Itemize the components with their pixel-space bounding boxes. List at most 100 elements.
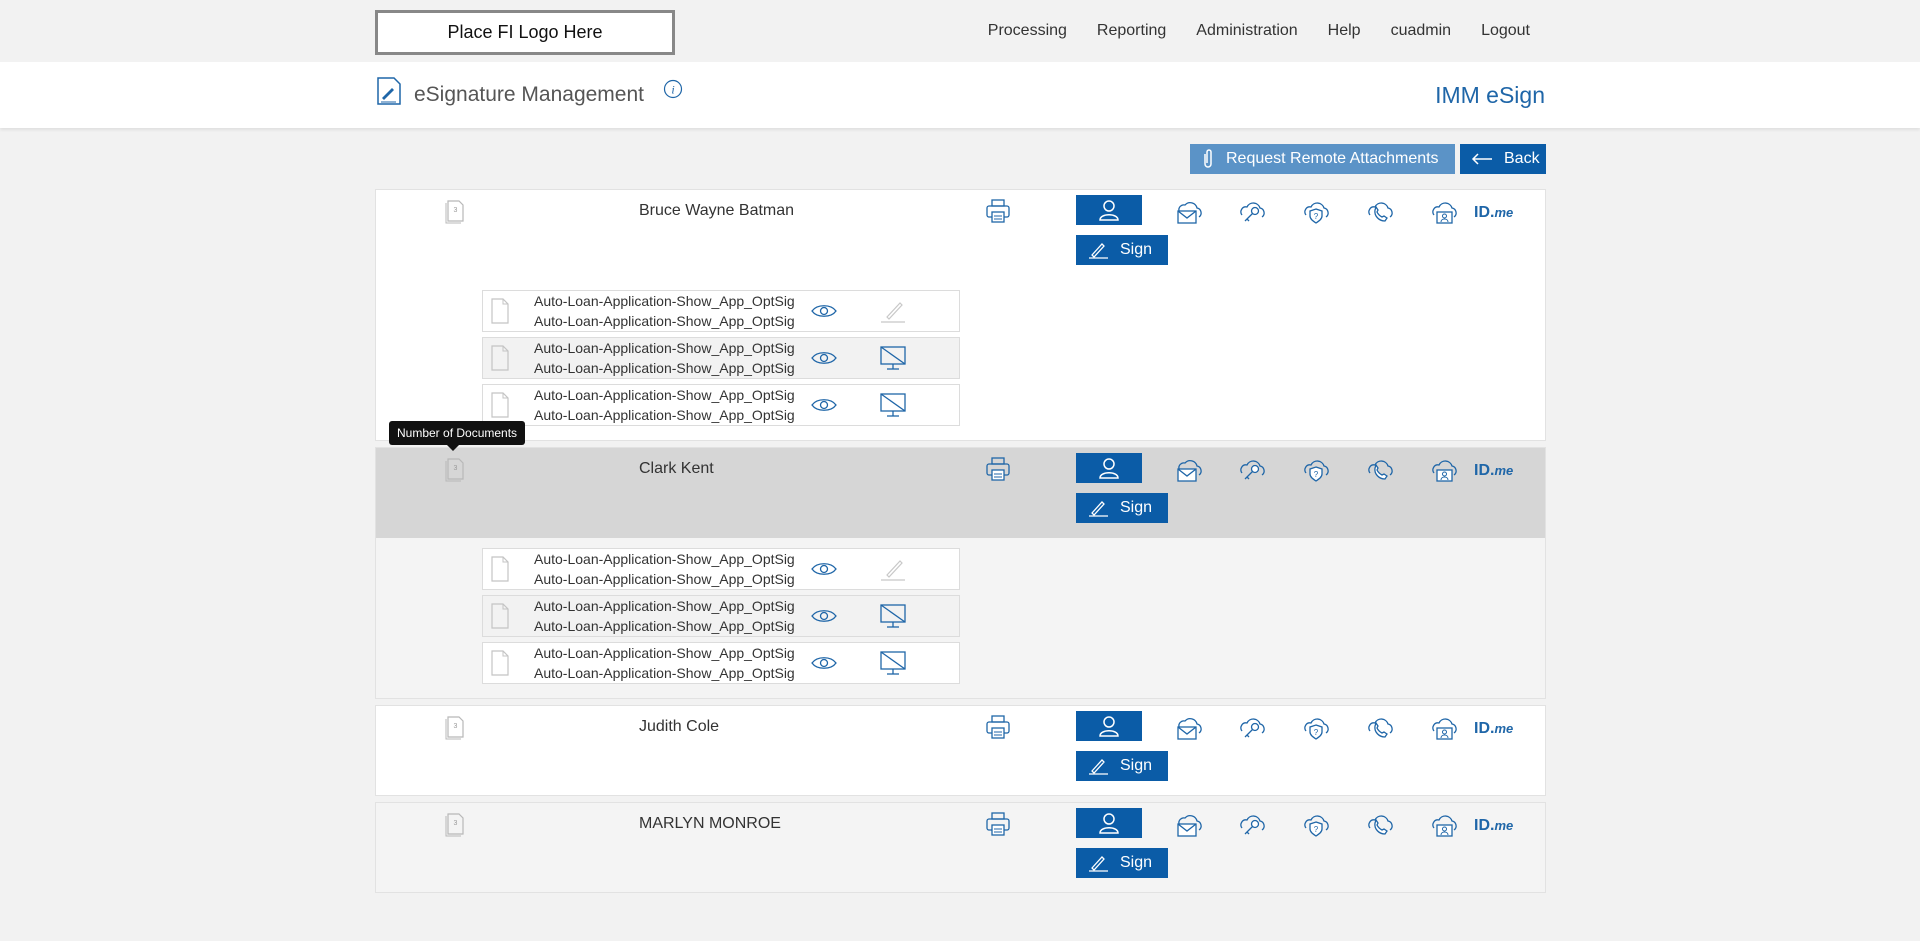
sign-button[interactable]: Sign [1076,235,1168,265]
idme-icon[interactable]: ID.me [1474,720,1513,738]
sign-button[interactable]: Sign [1076,848,1168,878]
cloud-key-icon[interactable] [1237,457,1267,483]
view-eye-icon[interactable] [810,654,838,672]
in-person-auth-button[interactable] [1076,711,1142,741]
idme-suffix: me [1494,463,1514,478]
document-name: Auto-Loan-Application-Show_App_OptSig [534,387,795,403]
signer-row: MARLYN MONROE ID.me Sign [375,802,1546,893]
signer-row: Bruce Wayne Batman ID.me Sign Auto-Loan-… [375,189,1546,441]
pen-icon [1088,757,1110,775]
idme-suffix: me [1494,205,1514,220]
nav-processing[interactable]: Processing [988,22,1067,40]
document-name-secondary: Auto-Loan-Application-Show_App_OptSig [534,571,795,587]
document-name-secondary: Auto-Loan-Application-Show_App_OptSig [534,618,795,634]
printer-icon[interactable] [984,811,1012,837]
document-icon [490,649,510,677]
cloud-phone-icon[interactable] [1365,199,1395,225]
request-remote-attachments-button[interactable]: Request Remote Attachments [1190,144,1455,174]
document-name: Auto-Loan-Application-Show_App_OptSig [534,340,795,356]
signer-name: Clark Kent [639,460,714,477]
sign-pen-icon[interactable] [878,555,908,583]
cloud-id-card-icon[interactable] [1429,812,1459,838]
signer-header: Clark Kent ID.me Sign [376,448,1545,538]
document-item: Auto-Loan-Application-Show_App_OptSig Au… [482,595,960,637]
back-button[interactable]: Back [1460,144,1546,174]
document-name-secondary: Auto-Loan-Application-Show_App_OptSig [534,360,795,376]
document-icon [490,391,510,419]
view-eye-icon[interactable] [810,607,838,625]
idme-icon[interactable]: ID.me [1474,817,1513,835]
idme-icon[interactable]: ID.me [1474,204,1513,222]
document-list: Auto-Loan-Application-Show_App_OptSig Au… [482,290,960,431]
document-item: Auto-Loan-Application-Show_App_OptSig Au… [482,384,960,426]
document-name: Auto-Loan-Application-Show_App_OptSig [534,598,795,614]
sign-button[interactable]: Sign [1076,751,1168,781]
nav-logout[interactable]: Logout [1481,22,1530,40]
cloud-key-icon[interactable] [1237,812,1267,838]
document-name: Auto-Loan-Application-Show_App_OptSig [534,645,795,661]
printer-icon[interactable] [984,714,1012,740]
pen-icon [1088,241,1110,259]
cloud-question-icon[interactable] [1301,199,1331,225]
info-icon[interactable]: i [663,79,683,99]
document-item: Auto-Loan-Application-Show_App_OptSig Au… [482,548,960,590]
view-eye-icon[interactable] [810,396,838,414]
cloud-phone-icon[interactable] [1365,715,1395,741]
cloud-phone-icon[interactable] [1365,812,1395,838]
nav-help[interactable]: Help [1328,22,1361,40]
cloud-key-icon[interactable] [1237,199,1267,225]
main-nav: Processing Reporting Administration Help… [958,22,1530,40]
pen-icon [1088,499,1110,517]
nav-administration[interactable]: Administration [1196,22,1297,40]
signer-name: Judith Cole [639,718,720,735]
cloud-id-card-icon[interactable] [1429,199,1459,225]
document-item: Auto-Loan-Application-Show_App_OptSig Au… [482,290,960,332]
document-icon [490,555,510,583]
idme-icon[interactable]: ID.me [1474,462,1513,480]
sign-button[interactable]: Sign [1076,493,1168,523]
auth-method-icons [1156,456,1476,484]
cloud-id-card-icon[interactable] [1429,715,1459,741]
signer-header: Judith Cole ID.me Sign [376,706,1545,796]
cloud-phone-icon[interactable] [1365,457,1395,483]
document-count-icon[interactable] [444,198,466,224]
view-eye-icon[interactable] [810,349,838,367]
cloud-question-icon[interactable] [1301,715,1331,741]
no-display-monitor-icon[interactable] [878,602,908,630]
in-person-auth-button[interactable] [1076,195,1142,225]
title-band: eSignature Management i IMM eSign [0,62,1920,128]
document-icon [490,602,510,630]
in-person-auth-button[interactable] [1076,808,1142,838]
nav-user[interactable]: cuadmin [1391,22,1451,40]
cloud-question-icon[interactable] [1301,457,1331,483]
cloud-mail-icon[interactable] [1173,715,1203,741]
idme-main: ID. [1474,817,1495,834]
signer-header: Bruce Wayne Batman ID.me Sign [376,190,1545,280]
nav-reporting[interactable]: Reporting [1097,22,1166,40]
view-eye-icon[interactable] [810,560,838,578]
signer-name: MARLYN MONROE [639,815,781,832]
person-icon [1097,198,1121,222]
document-count-icon[interactable] [444,456,466,482]
no-display-monitor-icon[interactable] [878,649,908,677]
cloud-question-icon[interactable] [1301,812,1331,838]
idme-suffix: me [1494,818,1514,833]
document-count-icon[interactable] [444,714,466,740]
document-count-icon[interactable] [444,811,466,837]
printer-icon[interactable] [984,198,1012,224]
cloud-key-icon[interactable] [1237,715,1267,741]
view-eye-icon[interactable] [810,302,838,320]
document-name: Auto-Loan-Application-Show_App_OptSig [534,551,795,567]
cloud-mail-icon[interactable] [1173,812,1203,838]
idme-suffix: me [1494,721,1514,736]
printer-icon[interactable] [984,456,1012,482]
cloud-mail-icon[interactable] [1173,199,1203,225]
no-display-monitor-icon[interactable] [878,344,908,372]
sign-pen-icon[interactable] [878,297,908,325]
cloud-mail-icon[interactable] [1173,457,1203,483]
cloud-id-card-icon[interactable] [1429,457,1459,483]
in-person-auth-button[interactable] [1076,453,1142,483]
no-display-monitor-icon[interactable] [878,391,908,419]
idme-main: ID. [1474,204,1495,221]
document-name-secondary: Auto-Loan-Application-Show_App_OptSig [534,665,795,681]
